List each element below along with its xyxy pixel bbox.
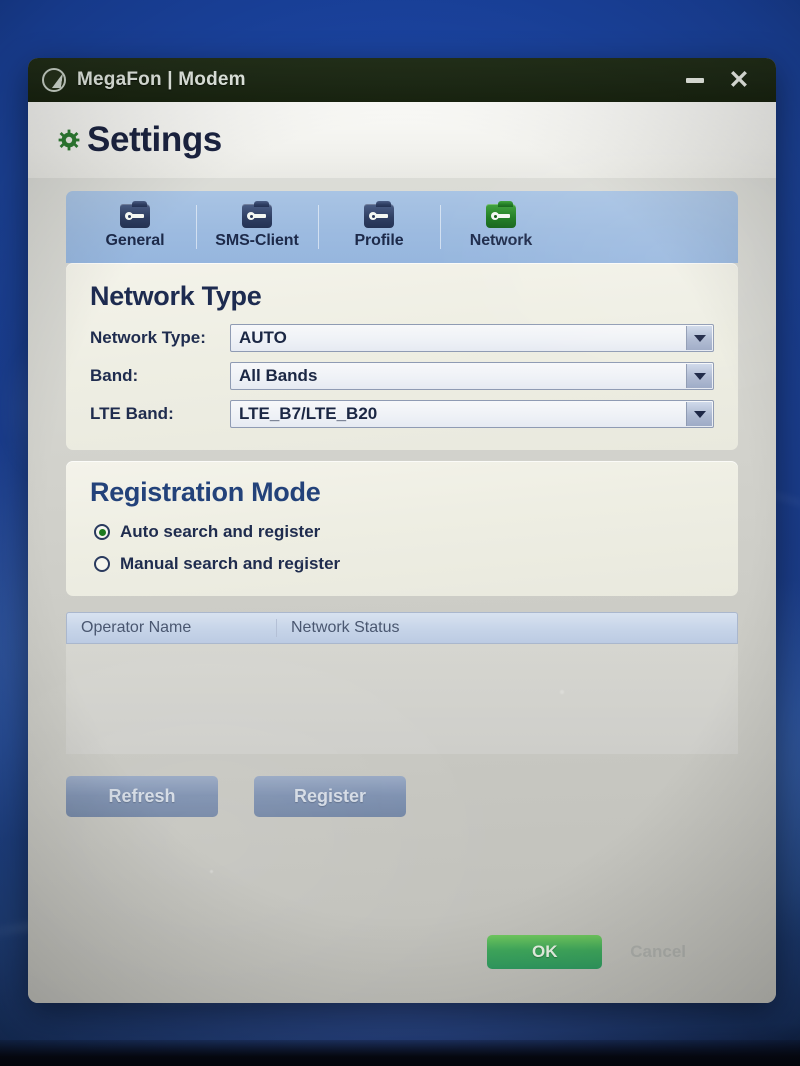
refresh-button[interactable]: Refresh [66, 776, 218, 817]
lte-band-value: LTE_B7/LTE_B20 [239, 404, 378, 423]
application-window: MegaFon | Modem ✕ Settings General SMS-C… [28, 58, 776, 1003]
column-header-network-status: Network Status [291, 619, 400, 636]
band-label: Band: [90, 366, 139, 385]
tab-label: General [105, 232, 165, 249]
column-header-operator-name: Operator Name [67, 619, 277, 637]
tab-general[interactable]: General [74, 196, 196, 258]
window-title: MegaFon | Modem [77, 69, 246, 90]
lte-band-label: LTE Band: [90, 404, 174, 423]
tab-profile[interactable]: Profile [318, 196, 440, 258]
folder-key-icon [486, 201, 516, 228]
folder-key-icon [364, 201, 394, 228]
minimize-icon [686, 77, 704, 83]
table-body-empty[interactable] [66, 644, 738, 754]
window-controls: ✕ [682, 67, 766, 93]
logo-sail-shape [52, 73, 63, 88]
chevron-down-icon[interactable] [686, 402, 712, 426]
register-button[interactable]: Register [254, 776, 406, 817]
network-type-title: Network Type [90, 281, 262, 311]
cancel-button[interactable]: Cancel [630, 942, 706, 962]
radio-label: Auto search and register [120, 522, 321, 541]
minimize-button[interactable] [682, 67, 708, 93]
network-type-select[interactable]: AUTO [230, 324, 714, 352]
settings-header: Settings [28, 102, 776, 178]
desktop-background: MegaFon | Modem ✕ Settings General SMS-C… [0, 0, 800, 1066]
radio-manual-search[interactable]: Manual search and register [94, 548, 714, 580]
page-title: Settings [87, 120, 222, 159]
band-select[interactable]: All Bands [230, 362, 714, 390]
tab-strip: General SMS-Client Profile Network [66, 191, 738, 263]
dialog-footer: OK Cancel [38, 935, 766, 995]
tab-label: Profile [354, 232, 404, 249]
radio-unselected-icon [94, 556, 110, 572]
lte-band-row: LTE Band: LTE_B7/LTE_B20 [90, 396, 714, 432]
close-button[interactable]: ✕ [726, 67, 752, 93]
megafon-circle-logo-icon [42, 68, 66, 92]
action-button-group: Refresh Register [66, 776, 738, 817]
radio-selected-icon [94, 524, 110, 540]
registration-mode-title: Registration Mode [90, 477, 321, 507]
table-header-row: Operator Name Network Status [66, 612, 738, 644]
chevron-down-icon[interactable] [686, 364, 712, 388]
network-type-panel: Network Type Network Type: AUTO Band: Al… [66, 263, 738, 450]
title-bar[interactable]: MegaFon | Modem ✕ [28, 58, 776, 102]
tab-network[interactable]: Network [440, 196, 562, 258]
window-body: Settings General SMS-Client Profile Netw… [28, 102, 776, 1003]
lte-band-select[interactable]: LTE_B7/LTE_B20 [230, 400, 714, 428]
operator-table: Operator Name Network Status [66, 612, 738, 754]
ok-button[interactable]: OK [487, 935, 603, 969]
folder-key-icon [120, 201, 150, 228]
network-type-value: AUTO [239, 328, 287, 347]
tab-sms-client[interactable]: SMS-Client [196, 196, 318, 258]
radio-label: Manual search and register [120, 554, 341, 573]
band-value: All Bands [239, 366, 318, 385]
close-icon: ✕ [728, 66, 750, 94]
network-type-row: Network Type: AUTO [90, 320, 714, 356]
radio-auto-search[interactable]: Auto search and register [94, 516, 714, 548]
tab-label: SMS-Client [215, 232, 299, 249]
gear-icon [58, 129, 80, 151]
chevron-down-icon[interactable] [686, 326, 712, 350]
registration-mode-panel: Registration Mode Auto search and regist… [66, 461, 738, 596]
folder-key-icon [242, 201, 272, 228]
network-type-label: Network Type: [90, 328, 206, 347]
band-row: Band: All Bands [90, 358, 714, 394]
tab-label: Network [469, 232, 533, 249]
